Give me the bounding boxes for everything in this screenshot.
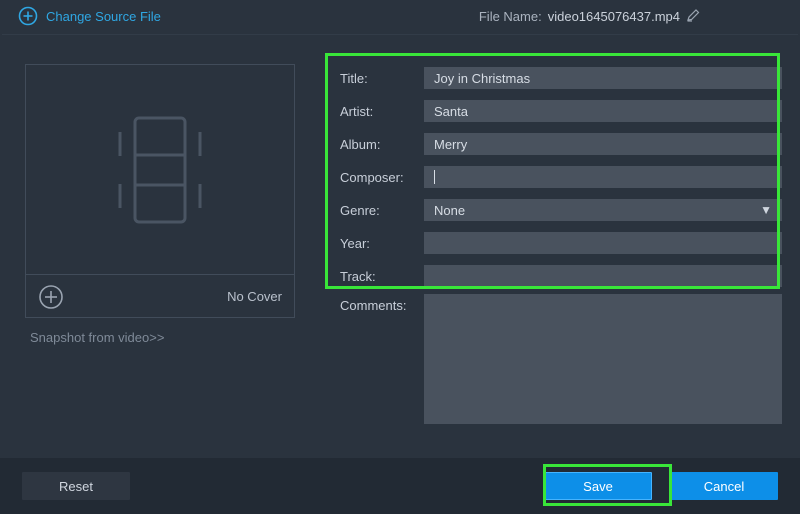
year-label: Year: (340, 236, 424, 251)
no-cover-text: No Cover (227, 289, 282, 304)
track-label: Track: (340, 269, 424, 284)
file-name-label: File Name: (479, 9, 542, 24)
composer-label: Composer: (340, 170, 424, 185)
genre-value: None (434, 203, 465, 218)
file-name-value: video1645076437.mp4 (548, 9, 680, 24)
comments-input[interactable] (424, 294, 782, 424)
track-input[interactable] (424, 265, 782, 287)
album-label: Album: (340, 137, 424, 152)
cover-art-box: No Cover (25, 64, 295, 318)
change-source-file-label: Change Source File (46, 9, 161, 24)
genre-select[interactable]: None ▼ (424, 199, 782, 221)
chevron-down-icon: ▼ (760, 203, 772, 217)
metadata-form: Title: Artist: Album: Composer: Genre: N… (340, 62, 782, 425)
file-name-display: File Name: video1645076437.mp4 (479, 7, 702, 26)
cover-preview[interactable] (26, 65, 294, 275)
cancel-button[interactable]: Cancel (670, 472, 778, 500)
comments-label: Comments: (340, 294, 424, 313)
save-button[interactable]: Save (544, 472, 652, 500)
top-bar: Change Source File File Name: video16450… (0, 0, 800, 36)
title-input[interactable] (424, 67, 782, 89)
snapshot-from-video-link[interactable]: Snapshot from video>> (30, 330, 164, 345)
bottom-bar: Reset Save Cancel (0, 458, 800, 514)
genre-label: Genre: (340, 203, 424, 218)
filmstrip-icon (105, 110, 215, 230)
change-source-file-button[interactable]: Change Source File (18, 6, 161, 26)
artist-label: Artist: (340, 104, 424, 119)
edit-filename-icon[interactable] (686, 7, 702, 26)
cover-footer: No Cover (26, 275, 294, 318)
divider (2, 34, 798, 35)
album-input[interactable] (424, 133, 782, 155)
plus-circle-icon (18, 6, 38, 26)
text-cursor (434, 170, 435, 184)
year-input[interactable] (424, 232, 782, 254)
title-label: Title: (340, 71, 424, 86)
main-area: No Cover Snapshot from video>> Title: Ar… (0, 40, 800, 458)
artist-input[interactable] (424, 100, 782, 122)
reset-button[interactable]: Reset (22, 472, 130, 500)
add-cover-button[interactable] (38, 284, 64, 310)
composer-input[interactable] (424, 166, 782, 188)
